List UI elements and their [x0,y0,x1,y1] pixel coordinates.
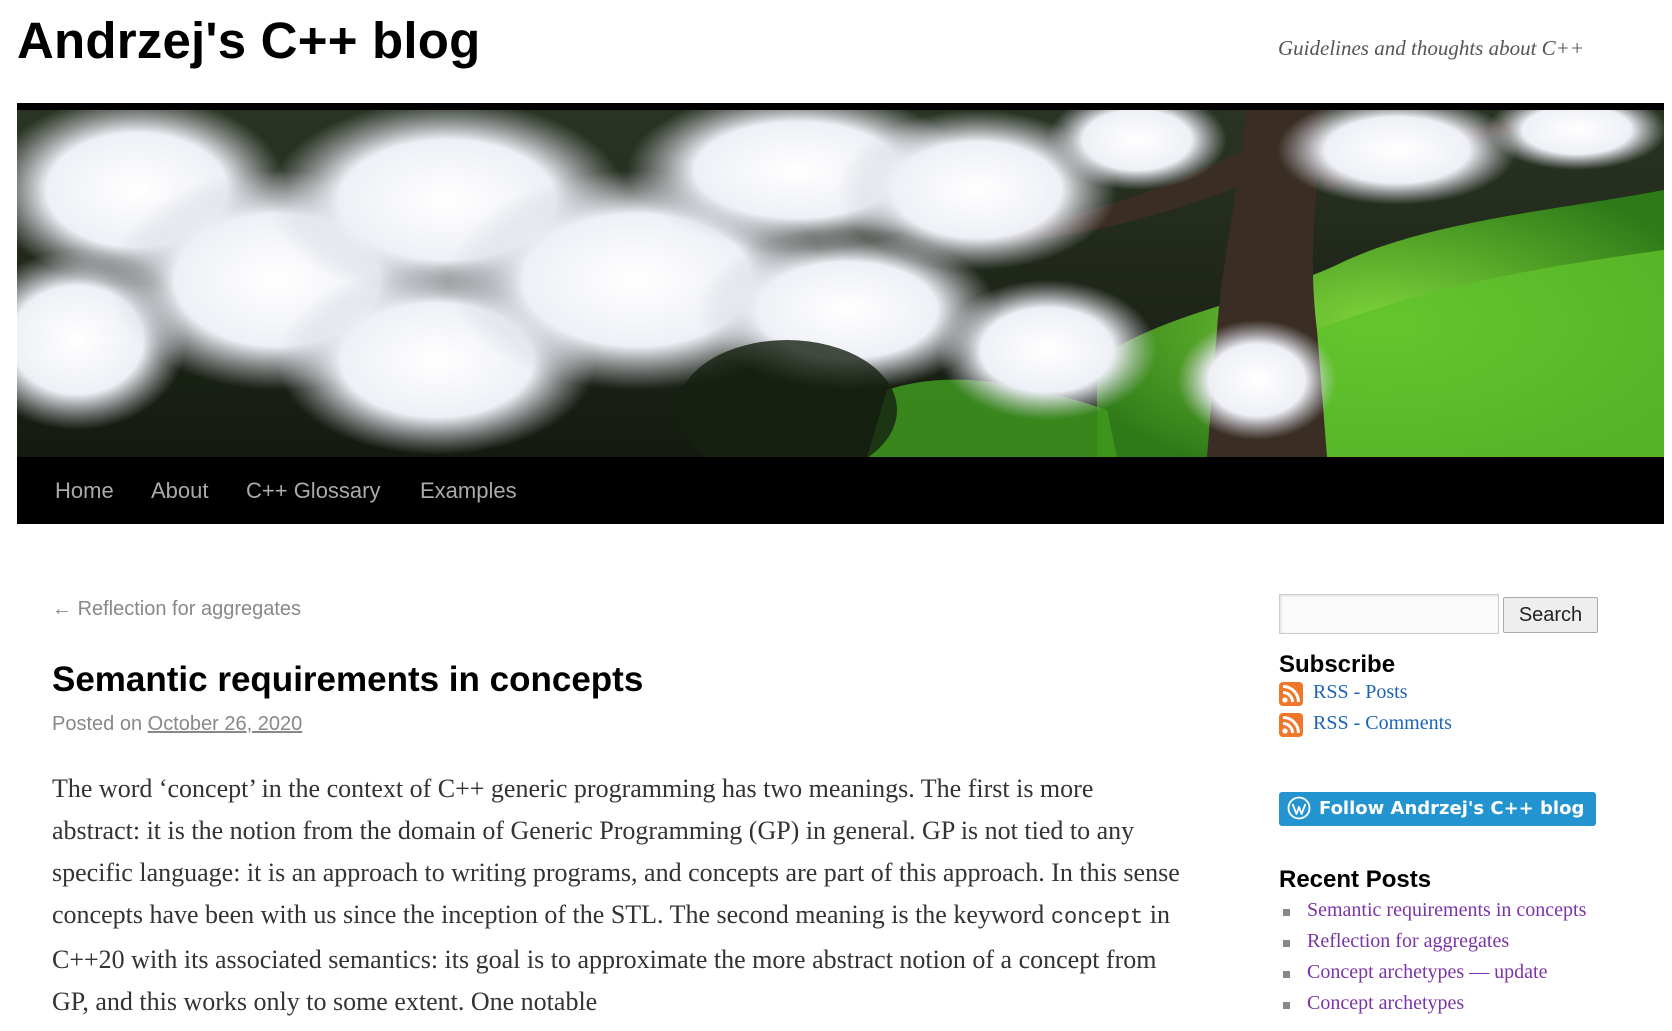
post-content: The word ‘concept’ in the context of C++… [52,768,1182,1023]
search-button[interactable]: Search [1503,597,1598,633]
rss-posts-link[interactable]: RSS - Posts [1313,681,1408,704]
list-item: Reflection for aggregates [1279,930,1586,961]
recent-post-link[interactable]: Reflection for aggregates [1307,930,1509,952]
site-description: Guidelines and thoughts about C++ [1278,36,1585,60]
recent-post-link[interactable]: Concept archetypes — update [1307,961,1547,983]
rss-icon[interactable] [1279,682,1303,706]
bullet-icon [1283,940,1290,947]
wordpress-icon [1287,796,1311,819]
cherry-blossom-banner [17,110,1664,457]
recent-posts-heading: Recent Posts [1279,866,1432,893]
recent-post-link[interactable]: Semantic requirements in concepts [1307,899,1586,921]
previous-post-label: Reflection for aggregates [77,598,302,620]
nav-examples[interactable]: Examples [420,457,517,524]
list-item: Semantic requirements in concepts [1279,899,1586,930]
post-date-link[interactable]: October 26, 2020 [148,713,303,735]
posted-on-label: Posted on [52,713,143,735]
subscribe-heading: Subscribe [1279,651,1396,678]
follow-blog-button[interactable]: Follow Andrzej's C++ blog [1279,792,1597,826]
recent-post-link[interactable]: Concept archetypes [1307,992,1464,1014]
previous-post-link[interactable]: ← Reflection for aggregates [52,598,301,621]
nav-cpp-glossary[interactable]: C++ Glossary [246,457,381,524]
post-text-part-1: The word ‘concept’ in the context of C++… [52,774,1180,929]
nav-home[interactable]: Home [55,457,114,524]
main-navigation: Home About C++ Glossary Examples [17,457,1664,524]
list-item: Concept archetypes — update [1279,961,1586,992]
recent-posts-list: Semantic requirements in concepts Reflec… [1279,899,1586,1023]
rss-comments-link[interactable]: RSS - Comments [1313,712,1452,735]
list-item: Concept archetypes [1279,992,1586,1023]
inline-code-concept: concept [1050,905,1144,930]
search-input[interactable] [1279,594,1499,634]
rss-icon[interactable] [1279,713,1303,737]
site-title[interactable]: Andrzej's C++ blog [17,10,480,72]
follow-blog-label: Follow Andrzej's C++ blog [1319,798,1585,819]
post-title: Semantic requirements in concepts [52,660,644,699]
bullet-icon [1283,971,1290,978]
bullet-icon [1283,1002,1290,1009]
post-meta: Posted on October 26, 2020 [52,713,302,736]
header-image [17,103,1664,457]
bullet-icon [1283,909,1290,916]
nav-about[interactable]: About [151,457,209,524]
left-arrow-icon: ← [52,598,72,620]
